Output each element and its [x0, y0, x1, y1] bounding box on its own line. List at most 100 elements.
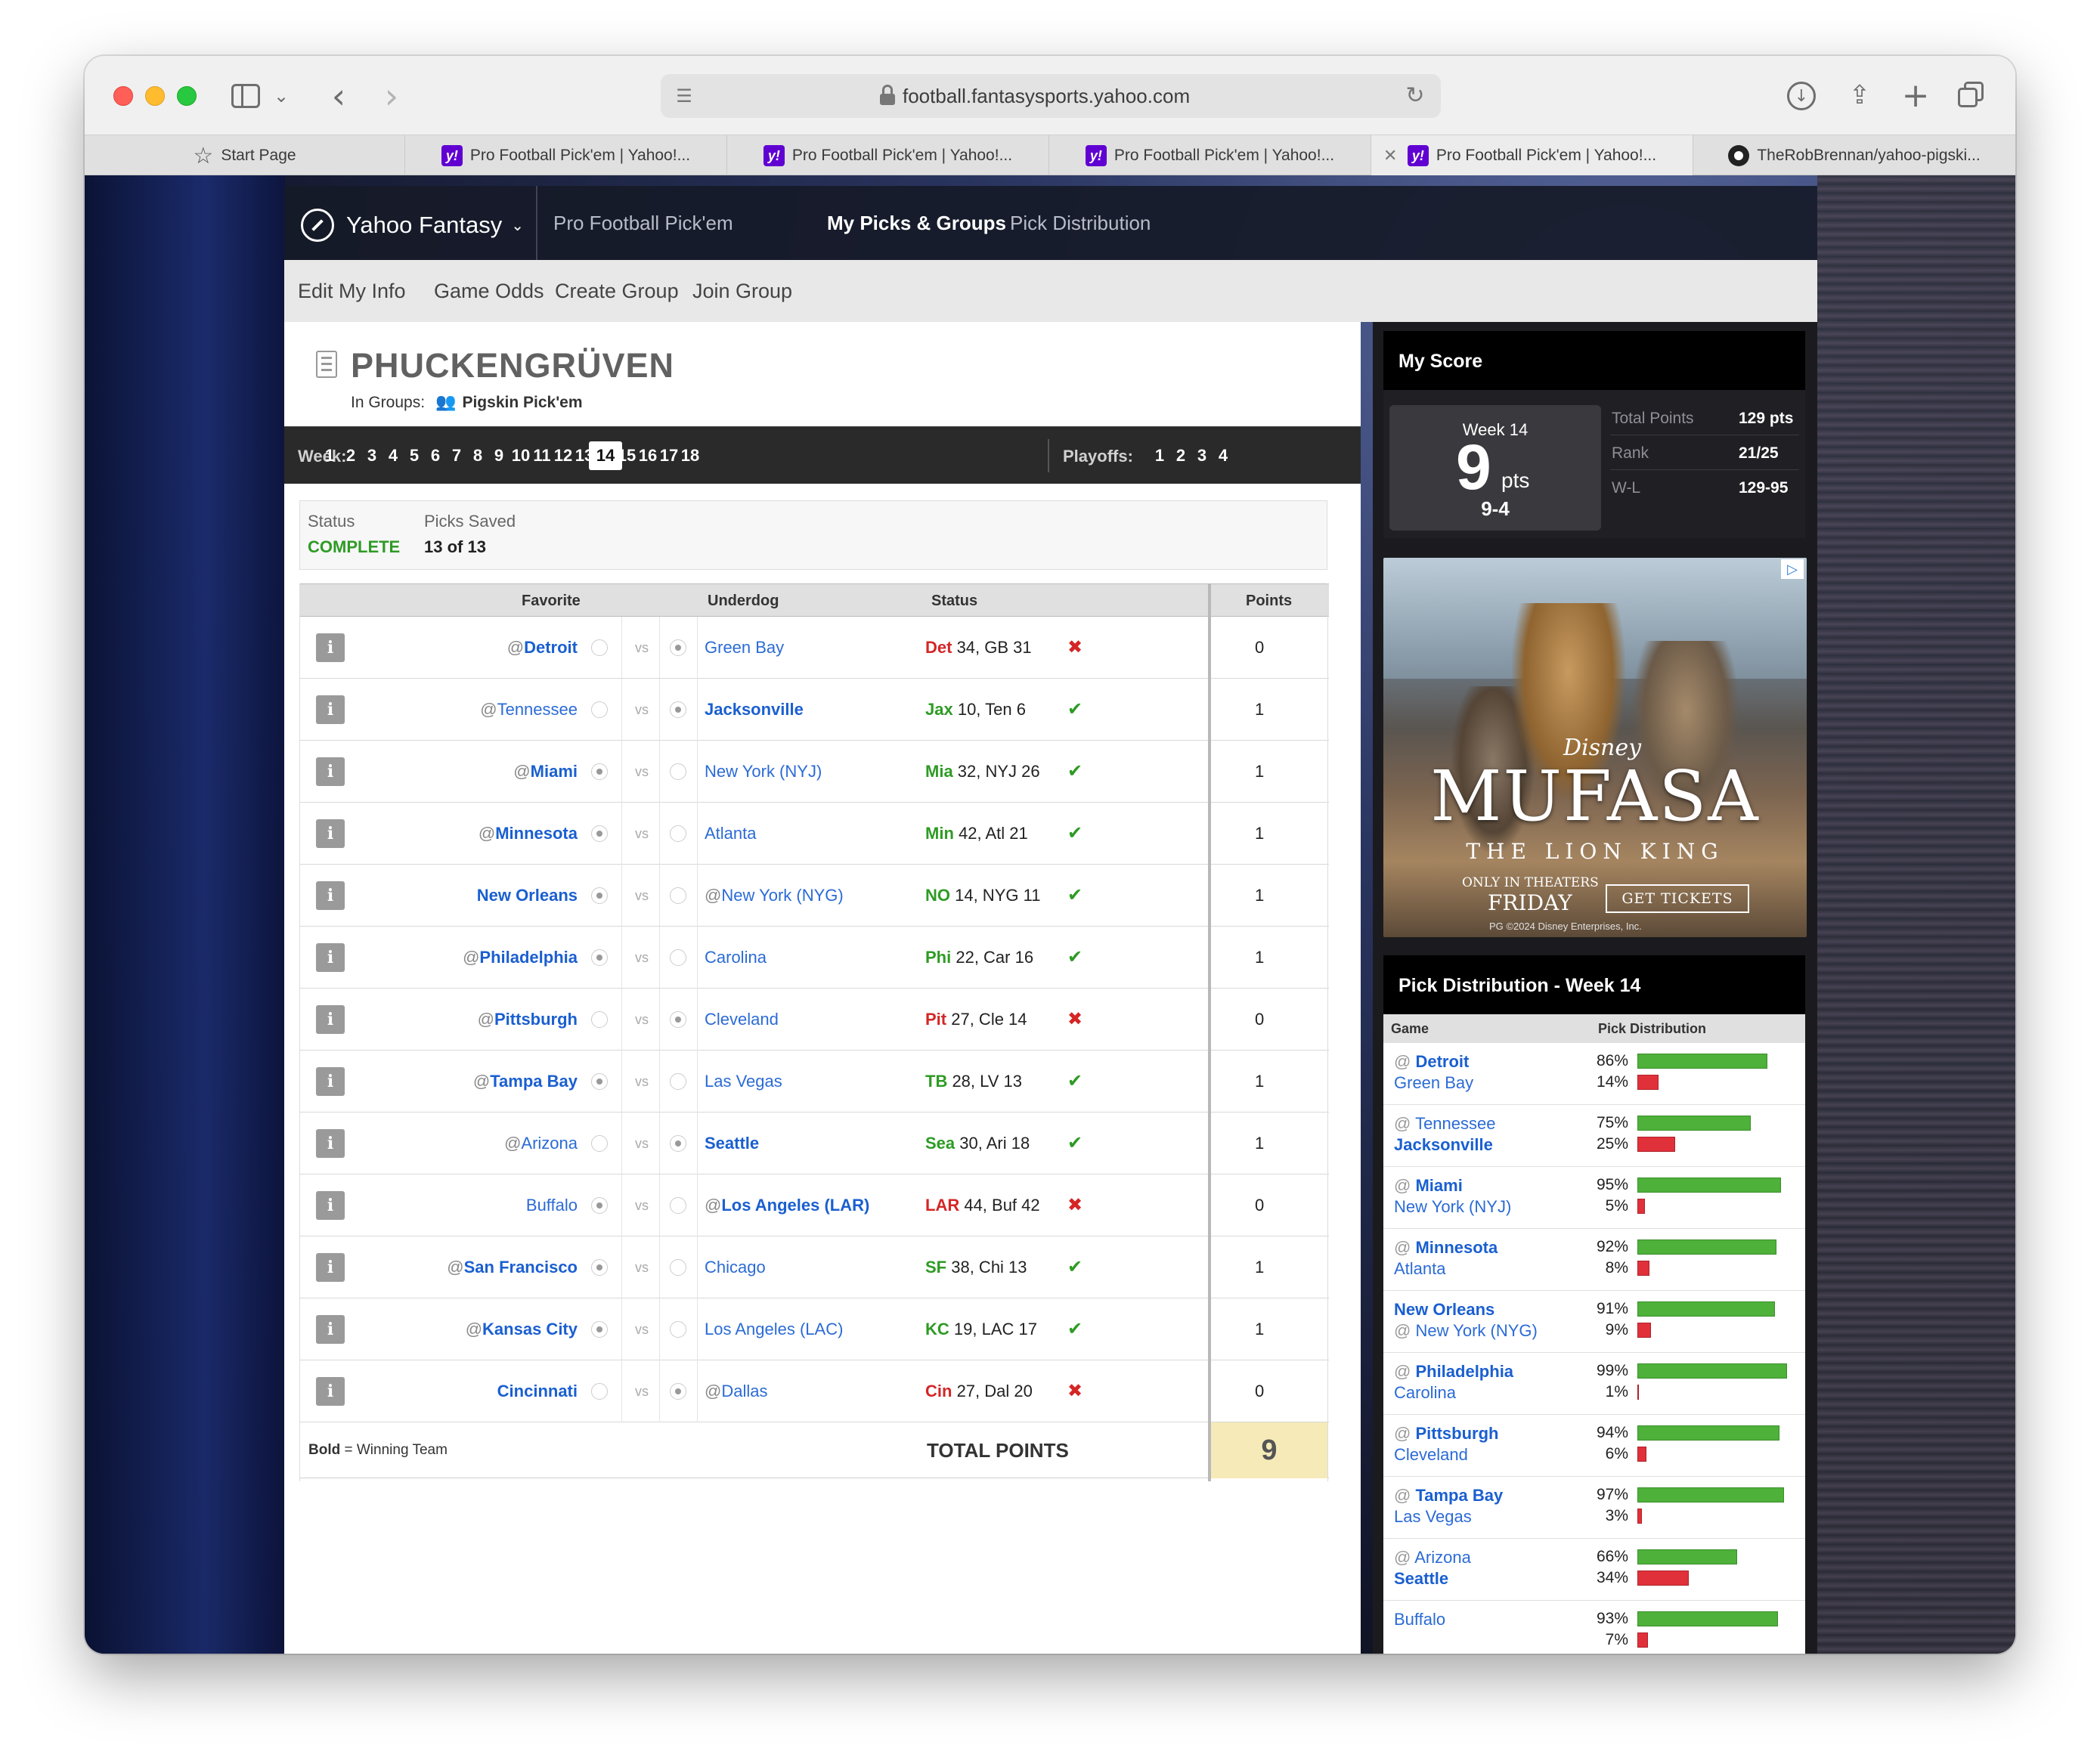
team-name[interactable]: Detroit [524, 638, 578, 657]
distribution-team-1[interactable]: @ Tampa Bay [1394, 1486, 1503, 1506]
subnav-join-group[interactable]: Join Group [692, 280, 792, 303]
distribution-team-1[interactable]: @ Arizona [1394, 1548, 1471, 1567]
info-icon[interactable]: i [316, 881, 345, 910]
pick-underdog-radio[interactable] [670, 1073, 686, 1090]
pick-favorite-radio[interactable] [591, 701, 608, 718]
minimize-window-button[interactable] [145, 86, 165, 106]
nav-pick-distribution[interactable]: Pick Distribution [1010, 212, 1151, 235]
distribution-team-1[interactable]: @ Miami [1394, 1176, 1463, 1196]
underdog-team[interactable]: Cleveland [705, 1010, 779, 1029]
underdog-team[interactable]: Chicago [705, 1258, 766, 1277]
team-name[interactable]: Philadelphia [1415, 1362, 1513, 1381]
team-name[interactable]: Arizona [1414, 1548, 1471, 1567]
pick-favorite-radio[interactable] [591, 1383, 608, 1400]
team-name[interactable]: New York (NYJ) [705, 762, 822, 781]
team-name[interactable]: New York (NYJ) [1394, 1197, 1511, 1216]
pick-underdog-radio[interactable] [670, 763, 686, 780]
page-menu-icon[interactable]: ☰ [671, 83, 697, 109]
team-name[interactable]: Minnesota [1415, 1238, 1498, 1257]
underdog-team[interactable]: Las Vegas [705, 1072, 782, 1091]
pick-underdog-radio[interactable] [670, 1197, 686, 1214]
pick-underdog-radio[interactable] [670, 1135, 686, 1152]
pick-favorite-radio[interactable] [591, 763, 608, 780]
team-name[interactable]: Tampa Bay [490, 1072, 578, 1091]
distribution-team-1[interactable]: @ Tennessee [1394, 1114, 1495, 1134]
adchoices-icon[interactable]: ▷ [1781, 559, 1804, 579]
info-icon[interactable]: i [316, 1129, 345, 1158]
tab-pickem-1[interactable]: y! Pro Football Pick'em | Yahoo!... [405, 135, 727, 176]
favorite-team[interactable]: @Detroit [507, 638, 578, 658]
new-tab-icon[interactable]: + [1899, 76, 1932, 115]
favorite-team[interactable]: @Arizona [504, 1134, 578, 1153]
team-name[interactable]: Seattle [705, 1134, 759, 1153]
favorite-team[interactable]: @Minnesota [479, 824, 578, 843]
download-icon[interactable]: ↓ [1787, 82, 1816, 110]
pick-favorite-radio[interactable] [591, 1011, 608, 1028]
info-icon[interactable]: i [316, 943, 345, 972]
distribution-team-1[interactable]: @ Pittsburgh [1394, 1424, 1498, 1444]
team-name[interactable]: Seattle [1394, 1569, 1448, 1588]
info-icon[interactable]: i [316, 1377, 345, 1406]
underdog-team[interactable]: New York (NYJ) [705, 762, 822, 781]
tab-github[interactable]: TheRobBrennan/yahoo-pigski... [1693, 135, 2015, 176]
pick-underdog-radio[interactable] [670, 825, 686, 842]
team-name[interactable]: Miami [1415, 1176, 1462, 1195]
team-name[interactable]: Atlanta [1394, 1259, 1446, 1278]
week-18-link[interactable]: 18 [674, 441, 707, 470]
pick-underdog-radio[interactable] [670, 701, 686, 718]
underdog-team[interactable]: @Los Angeles (LAR) [705, 1196, 869, 1215]
underdog-team[interactable]: Atlanta [705, 824, 757, 843]
team-name[interactable]: Detroit [1415, 1052, 1469, 1071]
tab-pickem-active[interactable]: ✕ y! Pro Football Pick'em | Yahoo!... [1371, 135, 1693, 176]
underdog-team[interactable]: @Dallas [705, 1382, 767, 1401]
pick-favorite-radio[interactable] [591, 639, 608, 656]
pick-favorite-radio[interactable] [591, 1259, 608, 1276]
team-name[interactable]: Jacksonville [1394, 1135, 1493, 1154]
chevron-down-icon[interactable]: ⌄ [272, 77, 290, 115]
sidebar-toggle-icon[interactable] [230, 77, 262, 115]
distribution-team-2[interactable]: Carolina [1394, 1383, 1456, 1403]
close-window-button[interactable] [113, 86, 133, 106]
team-name[interactable]: Las Vegas [705, 1072, 782, 1091]
mufasa-ad[interactable]: ▷ Disney MUFASA THE LION KING ONLY IN TH… [1383, 558, 1807, 937]
pick-underdog-radio[interactable] [670, 1259, 686, 1276]
distribution-team-2[interactable]: Jacksonville [1394, 1135, 1493, 1155]
distribution-team-2[interactable]: @ New York (NYG) [1394, 1321, 1538, 1341]
forward-icon[interactable]: › [378, 76, 405, 116]
back-icon[interactable]: ‹ [325, 76, 352, 116]
info-icon[interactable]: i [316, 1191, 345, 1220]
yahoo-fantasy-logo[interactable]: Yahoo Fantasy ⌄ [301, 209, 524, 242]
nav-pro-football-pickem[interactable]: Pro Football Pick'em [553, 212, 733, 235]
address-bar[interactable]: ☰ football.fantasysports.yahoo.com ↻ [661, 74, 1441, 118]
distribution-team-2[interactable]: New York (NYJ) [1394, 1197, 1511, 1217]
underdog-team[interactable]: Jacksonville [705, 700, 804, 720]
underdog-team[interactable]: Los Angeles (LAC) [705, 1320, 843, 1339]
pick-favorite-radio[interactable] [591, 949, 608, 966]
url-text[interactable]: football.fantasysports.yahoo.com [903, 85, 1190, 108]
tab-overview-icon[interactable] [1955, 79, 1988, 112]
distribution-team-1[interactable]: @ Philadelphia [1394, 1362, 1513, 1382]
team-name[interactable]: Cleveland [705, 1010, 779, 1029]
team-name[interactable]: Miami [531, 762, 578, 781]
team-name[interactable]: Buffalo [1394, 1610, 1445, 1629]
team-name[interactable]: Green Bay [1394, 1073, 1473, 1092]
team-name[interactable]: Carolina [1394, 1383, 1456, 1402]
favorite-team[interactable]: @Kansas City [466, 1320, 578, 1339]
info-icon[interactable]: i [316, 819, 345, 848]
distribution-team-1[interactable]: @ Minnesota [1394, 1238, 1498, 1258]
team-name[interactable]: New York (NYG) [721, 886, 843, 905]
tab-pickem-2[interactable]: y! Pro Football Pick'em | Yahoo!... [727, 135, 1049, 176]
team-name[interactable]: Buffalo [526, 1196, 578, 1215]
pick-underdog-radio[interactable] [670, 1383, 686, 1400]
distribution-team-2[interactable]: Atlanta [1394, 1259, 1446, 1279]
close-tab-icon[interactable]: ✕ [1383, 147, 1397, 166]
favorite-team[interactable]: @Pittsburgh [478, 1010, 578, 1029]
team-name[interactable]: Dallas [721, 1382, 767, 1400]
pick-underdog-radio[interactable] [670, 1011, 686, 1028]
favorite-team[interactable]: @Miami [513, 762, 578, 781]
info-icon[interactable]: i [316, 1067, 345, 1096]
favorite-team[interactable]: @Tampa Bay [473, 1072, 578, 1091]
playoff-week-4-link[interactable]: 4 [1206, 441, 1240, 470]
team-name[interactable]: Philadelphia [479, 948, 578, 967]
team-name[interactable]: Arizona [521, 1134, 578, 1153]
